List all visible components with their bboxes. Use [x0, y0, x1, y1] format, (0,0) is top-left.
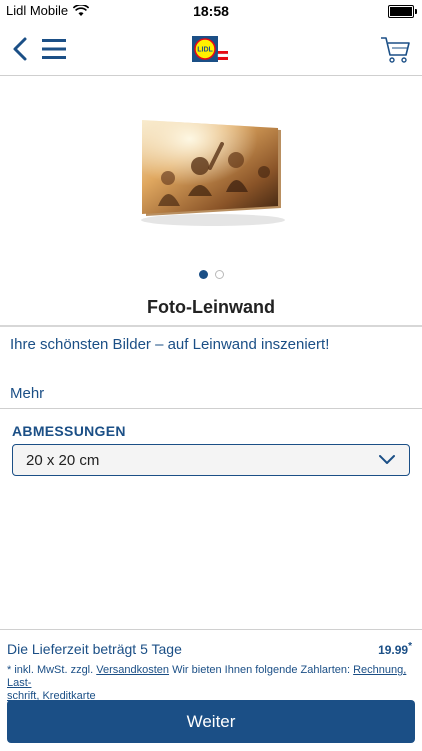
nav-bar: LIDL [0, 22, 422, 76]
price-footnote-mark: * [408, 641, 412, 652]
divider [0, 408, 422, 409]
carousel-dot-1[interactable] [198, 270, 208, 279]
dimensions-label: ABMESSUNGEN [12, 423, 126, 439]
more-link[interactable]: Mehr [10, 385, 44, 402]
price: 19.99* [378, 641, 412, 657]
back-icon[interactable] [10, 36, 30, 62]
status-time: 18:58 [193, 3, 229, 19]
battery-icon [388, 5, 417, 18]
shipping-costs-link[interactable]: Versandkosten [96, 664, 169, 676]
carousel-dot-2[interactable] [214, 270, 224, 279]
canvas-photo-image [141, 120, 285, 226]
status-bar: Lidl Mobile 18:58 [0, 0, 422, 22]
continue-button[interactable]: Weiter [7, 700, 415, 743]
delivery-time: Die Lieferzeit beträgt 5 Tage [7, 641, 182, 657]
chevron-down-icon [379, 455, 395, 464]
product-image-carousel[interactable] [0, 76, 422, 266]
dimensions-select[interactable]: 20 x 20 cm [12, 444, 410, 476]
legal-payment-text: Wir bieten Ihnen folgende Zahlarten: [172, 664, 351, 676]
price-value: 19.99 [378, 643, 409, 657]
menu-icon[interactable] [42, 38, 66, 60]
product-tagline: Ihre schönsten Bilder – auf Leinwand ins… [10, 336, 330, 353]
product-title: Foto-Leinwand [147, 297, 275, 317]
cart-icon[interactable] [380, 34, 410, 64]
logo-text: LIDL [197, 47, 213, 54]
lidl-logo[interactable]: LIDL [191, 35, 229, 63]
dimensions-selected-value: 20 x 20 cm [26, 452, 100, 469]
checkout-footer: Die Lieferzeit beträgt 5 Tage 19.99* * i… [0, 629, 422, 751]
divider [0, 325, 422, 327]
legal-notice: * inkl. MwSt. zzgl. Versandkosten Wir bi… [7, 664, 415, 703]
legal-prefix: * inkl. MwSt. zzgl. [7, 664, 94, 676]
carousel-pagination [0, 270, 422, 279]
